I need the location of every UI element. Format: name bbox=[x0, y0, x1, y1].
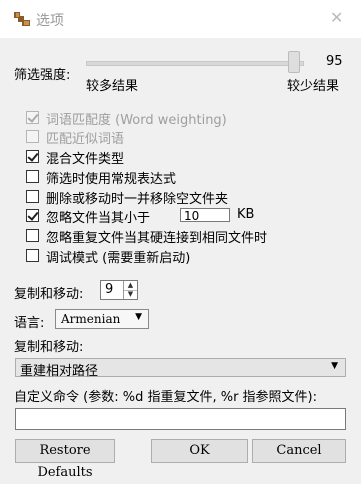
copy-move-count-spinbox[interactable]: 9 ▲ ▼ bbox=[100, 280, 138, 300]
remove-empty-folders-label: 删除或移动时一并移除空文件夹 bbox=[46, 192, 229, 207]
debug-mode-label: 调试模式 (需要重新启动) bbox=[46, 251, 191, 266]
language-label: 语言: bbox=[14, 316, 45, 331]
debug-mode-checkbox[interactable] bbox=[26, 249, 39, 262]
filter-min-label: 较多结果 bbox=[86, 79, 139, 94]
custom-command-label: 自定义命令 (参数: %d 指重复文件, %r 指参照文件): bbox=[14, 390, 317, 405]
word-weighting-checkbox[interactable] bbox=[26, 111, 39, 124]
ok-button[interactable]: OK bbox=[151, 439, 248, 463]
filter-strength-label: 筛选强度: bbox=[14, 68, 71, 83]
copy-move-count-label: 复制和移动: bbox=[14, 287, 84, 302]
title-bar: 选项 ✕ bbox=[0, 0, 361, 38]
filter-max-label: 较少结果 bbox=[287, 79, 340, 94]
match-similar-words-checkbox[interactable] bbox=[26, 130, 39, 143]
copy-move-mode-label: 复制和移动: bbox=[14, 340, 84, 355]
copy-move-mode-value: 重建相对路径 bbox=[20, 364, 99, 379]
use-regex-checkbox[interactable] bbox=[26, 170, 39, 183]
chevron-down-icon: ▼ bbox=[135, 312, 142, 322]
filter-strength-slider-thumb[interactable] bbox=[288, 51, 300, 73]
close-icon[interactable]: ✕ bbox=[330, 8, 343, 27]
ignore-hardlinks-label: 忽略重复文件当其硬连接到相同文件时 bbox=[46, 231, 268, 246]
mix-file-kind-label: 混合文件类型 bbox=[46, 152, 125, 167]
app-logo-icon bbox=[14, 12, 30, 26]
cancel-button[interactable]: Cancel bbox=[252, 439, 346, 463]
chevron-down-icon: ▼ bbox=[331, 361, 338, 371]
language-select[interactable]: Armenian ▼ bbox=[55, 309, 149, 329]
small-file-size-input[interactable]: 10 bbox=[180, 208, 230, 223]
custom-command-input[interactable] bbox=[15, 408, 346, 430]
ignore-small-files-label: 忽略文件当其小于 bbox=[46, 211, 151, 226]
match-similar-words-label: 匹配近似词语 bbox=[46, 132, 125, 147]
ignore-small-files-checkbox[interactable] bbox=[26, 209, 39, 222]
small-file-size-unit: KB bbox=[237, 207, 255, 222]
language-select-value: Armenian bbox=[61, 312, 121, 326]
restore-defaults-button[interactable]: Restore Defaults bbox=[15, 439, 115, 480]
use-regex-label: 筛选时使用常规表达式 bbox=[46, 172, 177, 187]
filter-strength-value: 95 bbox=[326, 54, 343, 69]
mix-file-kind-checkbox[interactable] bbox=[26, 150, 39, 163]
spinner-buttons[interactable]: ▲ ▼ bbox=[123, 281, 137, 299]
spin-down-icon[interactable]: ▼ bbox=[124, 290, 137, 299]
ignore-hardlinks-checkbox[interactable] bbox=[26, 229, 39, 242]
remove-empty-folders-checkbox[interactable] bbox=[26, 190, 39, 203]
filter-strength-slider[interactable] bbox=[86, 61, 304, 66]
copy-move-mode-select[interactable]: 重建相对路径 ▼ bbox=[15, 358, 346, 379]
copy-move-count-value[interactable]: 9 bbox=[105, 282, 113, 297]
word-weighting-label: 词语匹配度 (Word weighting) bbox=[46, 113, 227, 128]
window-title: 选项 bbox=[36, 13, 64, 29]
